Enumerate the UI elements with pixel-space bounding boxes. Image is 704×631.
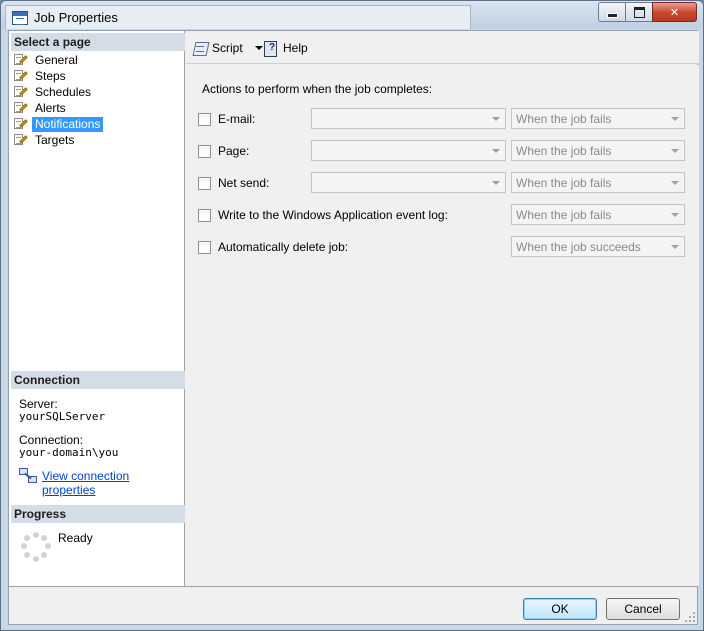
email-row: E-mail: When the job fails [198, 108, 688, 129]
email-checkbox[interactable] [198, 113, 211, 126]
cancel-button[interactable]: Cancel [606, 598, 680, 620]
net-send-row: Net send: When the job fails [198, 172, 688, 193]
delete-job-checkbox[interactable] [198, 241, 211, 254]
page-item-label: Alerts [35, 100, 66, 115]
help-icon [263, 40, 279, 57]
view-connection-properties-link[interactable]: View connection properties [42, 469, 184, 497]
title-tab: Job Properties [5, 5, 471, 29]
help-button[interactable]: Help [263, 40, 308, 57]
dialog-client-area: Select a page General Steps Schedules Al… [8, 30, 699, 625]
connection-label: Connection: [19, 433, 84, 447]
page-row: Page: When the job fails [198, 140, 688, 161]
page-wrench-icon [12, 53, 28, 67]
help-label: Help [283, 41, 308, 55]
delete-job-condition-select[interactable]: When the job succeeds [511, 236, 685, 257]
page-wrench-icon [12, 69, 28, 83]
connection-header: Connection [11, 371, 185, 389]
net-send-label: Net send: [218, 176, 270, 190]
script-button[interactable]: Script [193, 40, 263, 56]
minimize-icon [606, 12, 618, 18]
page-wrench-icon [12, 101, 28, 115]
progress-header: Progress [11, 505, 185, 523]
title-bar[interactable]: Job Properties ✕ [1, 1, 703, 29]
delete-job-row: Automatically delete job: When the job s… [198, 236, 688, 257]
resize-grip-icon[interactable] [684, 611, 695, 622]
actions-caption: Actions to perform when the job complete… [202, 82, 433, 96]
page-wrench-icon [12, 85, 28, 99]
page-item-label: General [35, 52, 78, 67]
close-button[interactable]: ✕ [652, 2, 697, 22]
page-list: General Steps Schedules Alerts Notificat… [12, 52, 182, 148]
chevron-down-icon[interactable] [254, 46, 263, 50]
event-log-row: Write to the Windows Application event l… [198, 204, 688, 225]
page-label: Page: [218, 144, 250, 158]
select-page-header: Select a page [11, 33, 185, 51]
event-log-checkbox[interactable] [198, 209, 211, 222]
page-operator-select[interactable] [311, 140, 506, 161]
page-item-targets[interactable]: Targets [12, 132, 182, 148]
maximize-icon [633, 6, 645, 18]
page-checkbox[interactable] [198, 145, 211, 158]
page-item-label: Notifications [32, 116, 104, 132]
page-item-notifications[interactable]: Notifications [12, 116, 182, 132]
button-bar: OK Cancel [9, 586, 697, 624]
connection-value: your-domain\you [19, 446, 119, 459]
page-item-general[interactable]: General [12, 52, 182, 68]
page-wrench-icon [12, 117, 28, 131]
window-title: Job Properties [34, 10, 118, 25]
net-send-checkbox[interactable] [198, 177, 211, 190]
page-item-schedules[interactable]: Schedules [12, 84, 182, 100]
page-item-label: Steps [35, 68, 66, 83]
server-label: Server: [19, 397, 58, 411]
email-condition-select[interactable]: When the job fails [511, 108, 685, 129]
close-icon: ✕ [669, 6, 680, 19]
server-value: yourSQLServer [19, 410, 106, 423]
progress-status: Ready [58, 531, 93, 545]
job-properties-window: Job Properties ✕ Select a page General S… [0, 0, 704, 631]
maximize-button[interactable] [625, 2, 652, 22]
email-label: E-mail: [218, 112, 256, 126]
event-log-condition-select[interactable]: When the job fails [511, 204, 685, 225]
script-label: Script [212, 41, 243, 55]
net-send-operator-select[interactable] [311, 172, 506, 193]
delete-job-label: Automatically delete job: [218, 240, 349, 254]
toolbar: Script Help [186, 31, 699, 64]
event-log-label: Write to the Windows Application event l… [218, 208, 448, 222]
page-wrench-icon [12, 133, 28, 147]
page-condition-select[interactable]: When the job fails [511, 140, 685, 161]
left-pane: Select a page General Steps Schedules Al… [9, 31, 185, 586]
progress-spinner-icon [21, 532, 51, 562]
net-send-condition-select[interactable]: When the job fails [511, 172, 685, 193]
ok-button[interactable]: OK [523, 598, 597, 620]
page-item-label: Targets [35, 132, 75, 147]
notifications-page: Actions to perform when the job complete… [186, 65, 699, 586]
minimize-button[interactable] [598, 2, 625, 22]
script-icon [193, 40, 209, 56]
caption-buttons: ✕ [598, 2, 697, 22]
connection-properties-icon [19, 468, 39, 484]
page-item-alerts[interactable]: Alerts [12, 100, 182, 116]
page-item-label: Schedules [35, 84, 92, 99]
email-operator-select[interactable] [311, 108, 506, 129]
page-item-steps[interactable]: Steps [12, 68, 182, 84]
application-icon [12, 11, 28, 25]
